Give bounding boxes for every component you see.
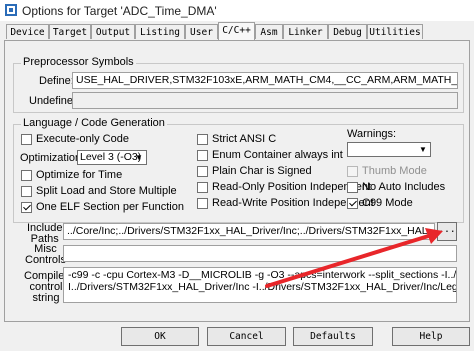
tab-target[interactable]: Target (49, 24, 91, 39)
ok-button[interactable]: OK (121, 327, 199, 346)
optimization-label: Optimization: (20, 152, 85, 164)
language-group: Language / Code Generation Execute-only … (13, 117, 464, 223)
help-button[interactable]: Help (392, 327, 470, 346)
chevron-down-icon: ▼ (135, 153, 143, 162)
define-field[interactable]: USE_HAL_DRIVER,STM32F103xE,ARM_MATH_CM4,… (72, 72, 458, 89)
window-title: Options for Target 'ADC_Time_DMA' (22, 4, 217, 18)
optimize-time-checkbox[interactable] (21, 170, 32, 181)
browse-include-button[interactable]: ... (437, 222, 457, 241)
compiler-control-string[interactable]: -c99 -c -cpu Cortex-M3 -D__MICROLIB -g -… (63, 267, 457, 303)
thumb-mode-checkbox[interactable] (347, 166, 358, 177)
tab-debug[interactable]: Debug (328, 24, 367, 39)
warnings-select[interactable]: ▼ (347, 142, 431, 157)
tab-listing[interactable]: Listing (135, 24, 185, 39)
plain-char-checkbox[interactable] (197, 166, 208, 177)
tab-output[interactable]: Output (91, 24, 135, 39)
title-bar: Options for Target 'ADC_Time_DMA' (0, 0, 474, 21)
preprocessor-title: Preprocessor Symbols (21, 56, 136, 68)
tab-device[interactable]: Device (6, 24, 49, 39)
preprocessor-group: Preprocessor Symbols Define: USE_HAL_DRI… (13, 56, 464, 113)
no-auto-includes-checkbox[interactable] (347, 182, 358, 193)
split-load-label: Split Load and Store Multiple (36, 185, 177, 197)
ropi-checkbox[interactable] (197, 182, 208, 193)
rwpi-checkbox[interactable] (197, 198, 208, 209)
language-title: Language / Code Generation (21, 117, 167, 129)
app-icon (5, 4, 17, 16)
strict-ansi-label: Strict ANSI C (212, 133, 277, 145)
cancel-button[interactable]: Cancel (207, 327, 286, 346)
optimize-time-label: Optimize for Time (36, 169, 123, 181)
compiler-control-label: Compiler control string (24, 270, 69, 304)
defaults-button[interactable]: Defaults (293, 327, 373, 346)
undefine-label: Undefine: (29, 95, 77, 107)
cc-options-panel: Preprocessor Symbols Define: USE_HAL_DRI… (4, 40, 470, 322)
c99-mode-checkbox[interactable] (347, 198, 358, 209)
include-paths-label: Include Paths (27, 222, 63, 245)
one-elf-checkbox[interactable] (21, 202, 32, 213)
enum-int-label: Enum Container always int (212, 149, 343, 161)
tab-c-cpp[interactable]: C/C++ (218, 22, 255, 40)
execute-only-label: Execute-only Code (36, 133, 129, 145)
tab-user[interactable]: User (185, 24, 218, 39)
misc-controls-field[interactable] (63, 245, 457, 262)
no-auto-includes-label: No Auto Includes (362, 181, 446, 193)
tab-linker[interactable]: Linker (283, 24, 328, 39)
tab-asm[interactable]: Asm (255, 24, 283, 39)
strict-ansi-checkbox[interactable] (197, 134, 208, 145)
define-label: Define: (39, 75, 74, 87)
plain-char-label: Plain Char is Signed (212, 165, 312, 177)
enum-int-checkbox[interactable] (197, 150, 208, 161)
split-load-checkbox[interactable] (21, 186, 32, 197)
tab-utilities[interactable]: Utilities (367, 24, 423, 39)
execute-only-checkbox[interactable] (21, 134, 32, 145)
optimization-select[interactable]: Level 3 (-O3) ▼ (77, 150, 147, 165)
undefine-field[interactable] (72, 92, 458, 109)
misc-controls-label: Misc Controls (25, 243, 66, 266)
c99-mode-label: C99 Mode (362, 197, 413, 209)
warnings-label: Warnings: (347, 128, 397, 140)
include-paths-field[interactable]: ../Core/Inc;../Drivers/STM32F1xx_HAL_Dri… (63, 223, 435, 240)
one-elf-label: One ELF Section per Function (36, 201, 184, 213)
chevron-down-icon: ▼ (419, 145, 427, 154)
thumb-mode-label: Thumb Mode (362, 165, 427, 177)
